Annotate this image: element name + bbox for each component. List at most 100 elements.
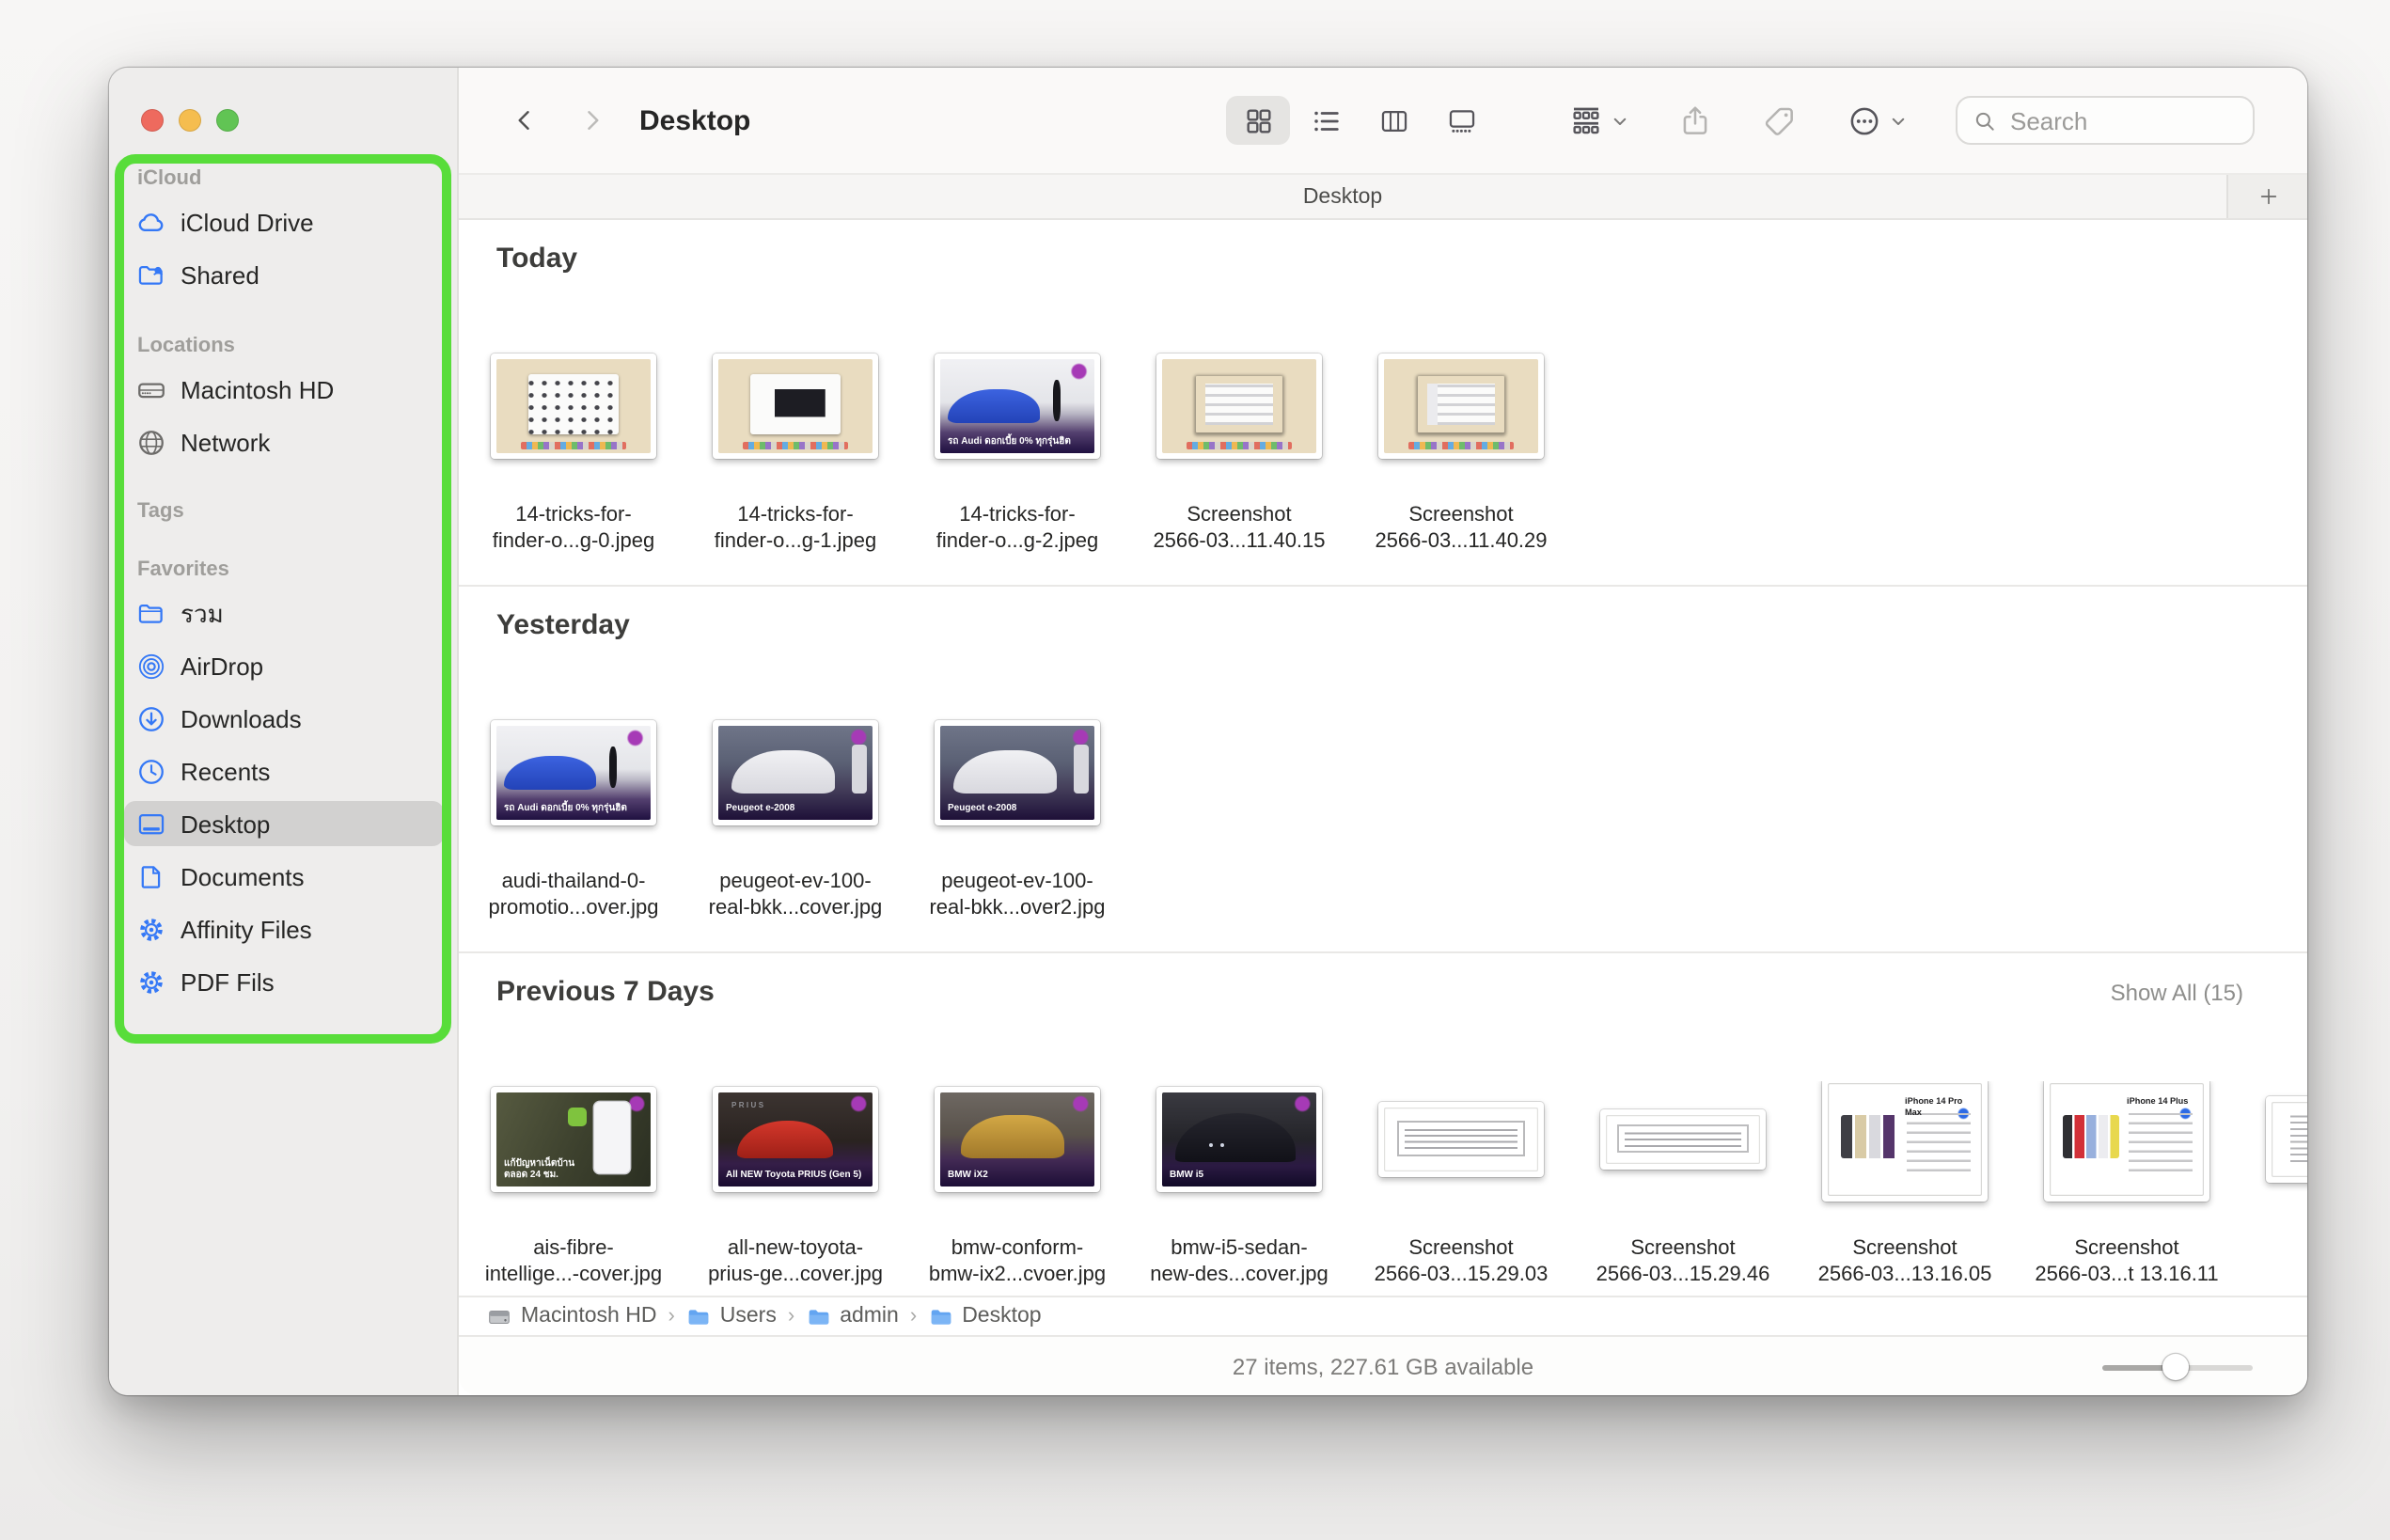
- file-name: bmw-i5-sedan-new-des...cover.jpg: [1130, 1235, 1348, 1290]
- gear-icon: [135, 966, 167, 998]
- file-name-line: 2566-03...t 13.16.11: [2018, 1263, 2236, 1290]
- icon-size-slider[interactable]: [2102, 1353, 2253, 1379]
- share-button[interactable]: [1677, 102, 1713, 138]
- bmw-ix2-thumbnail-image: BMW iX2: [940, 1092, 1094, 1186]
- more-actions-button[interactable]: [1847, 102, 1907, 138]
- file-item[interactable]: Screenshot2566-03...15.29.03: [1350, 1081, 1572, 1290]
- sidebar-section-title: Locations: [124, 333, 444, 359]
- sidebar-item-affinity-files[interactable]: Affinity Files: [124, 906, 444, 951]
- file-name-line: finder-o...g-0.jpeg: [464, 529, 683, 557]
- sidebar-item-label: Network: [181, 428, 270, 456]
- file-item[interactable]: Peugeot e-2008peugeot-ev-100-real-bkk...…: [684, 715, 906, 923]
- doc-short-thumbnail-image: [1606, 1115, 1760, 1164]
- thumbnail-frame: Peugeot e-2008: [935, 720, 1100, 825]
- clock-icon: [135, 755, 167, 787]
- tab-desktop[interactable]: Desktop: [459, 175, 2226, 218]
- search-input[interactable]: [2006, 104, 2238, 136]
- sidebar-item-airdrop[interactable]: AirDrop: [124, 643, 444, 688]
- sidebar-item-pdf-fils[interactable]: PDF Fils: [124, 959, 444, 1004]
- slider-knob[interactable]: [2162, 1353, 2189, 1379]
- sidebar-item-label: Macintosh HD: [181, 375, 334, 403]
- forward-button[interactable]: [579, 102, 605, 139]
- file-name: Screenshot2566-03...11.40.29: [1352, 502, 1570, 557]
- folder-small-icon: [686, 1304, 711, 1328]
- list-view-icon: [1310, 104, 1342, 136]
- audi-thumbnail-image: รถ Audi ดอกเบี้ย 0% ทุกรุ่นฮิต: [496, 726, 651, 820]
- file-item[interactable]: 14-tricks-for-finder-o...g-1.jpeg: [684, 348, 906, 557]
- file-name-line: Screenshot: [1130, 502, 1348, 529]
- file-name-line: 2566-03...11.40.15: [1130, 529, 1348, 557]
- bmw-i5-thumbnail-image: BMW i5: [1162, 1092, 1316, 1186]
- file-item[interactable]: 256: [2238, 1081, 2307, 1290]
- show-all-link[interactable]: Show All (15): [2111, 980, 2243, 1006]
- tag-button[interactable]: [1762, 102, 1798, 138]
- file-name-line: ais-fibre-: [464, 1235, 683, 1263]
- file-name-line: real-bkk...over2.jpg: [908, 896, 1126, 923]
- file-thumbnail: [713, 348, 878, 464]
- sidebar-item-label: PDF Fils: [181, 967, 275, 996]
- sidebar-item-icloud-drive[interactable]: iCloud Drive: [124, 199, 444, 244]
- new-tab-button[interactable]: [2226, 175, 2307, 218]
- file-name-line: 14-tricks-for-: [464, 502, 683, 529]
- breadcrumb-label: Users: [720, 1305, 777, 1328]
- sidebar-item-label: Shared: [181, 260, 259, 289]
- breadcrumb-item-admin[interactable]: admin: [806, 1304, 899, 1328]
- breadcrumb-item-desktop[interactable]: Desktop: [928, 1304, 1041, 1328]
- thumbnail-frame: BMW i5: [1156, 1087, 1322, 1192]
- file-name-line: promotio...over.jpg: [464, 896, 683, 923]
- thumbnail-caption: BMW i5: [1170, 1170, 1311, 1181]
- sidebar-item-shared[interactable]: Shared: [124, 252, 444, 297]
- search-icon: [1973, 108, 1997, 133]
- file-name: Screenshot2566-03...15.29.03: [1352, 1235, 1570, 1290]
- icons-view-button[interactable]: [1226, 96, 1290, 145]
- file-name-line: prius-ge...cover.jpg: [686, 1263, 904, 1290]
- file-row: แก้ปัญหาเน็ตบ้าน ตลอด 24 ชม.ais-fibre-in…: [459, 1081, 2307, 1290]
- breadcrumb-item-users[interactable]: Users: [686, 1304, 777, 1328]
- file-item[interactable]: BMW iX2bmw-conform-bmw-ix2...cvoer.jpg: [906, 1081, 1128, 1290]
- sidebar-section-locations: Locations Macintosh HD Network: [124, 333, 444, 464]
- file-name-line: Screenshot: [1574, 1235, 1792, 1263]
- file-thumbnail: [1378, 1081, 1544, 1198]
- sidebar-section-title: Favorites: [124, 557, 444, 583]
- sidebar-item-รวม[interactable]: รวม: [124, 590, 444, 636]
- group-by-button[interactable]: [1568, 102, 1628, 138]
- file-name: 256: [2240, 1235, 2307, 1290]
- harddrive-small-icon: [487, 1304, 511, 1328]
- thumbnail-frame: [1378, 354, 1544, 459]
- file-item[interactable]: BMW i5 bmw-i5-sedan-new-des...cover.jpg: [1128, 1081, 1350, 1290]
- thumbnail-frame: iPhone 14 Plus: [2044, 1081, 2209, 1202]
- file-item[interactable]: Screenshot2566-03...11.40.29: [1350, 348, 1572, 557]
- peugeot-thumbnail-image: Peugeot e-2008: [940, 726, 1094, 820]
- file-item[interactable]: Screenshot2566-03...11.40.15: [1128, 348, 1350, 557]
- file-item[interactable]: 14-tricks-for-finder-o...g-0.jpeg: [463, 348, 684, 557]
- file-item[interactable]: รถ Audi ดอกเบี้ย 0% ทุกรุ่นฮิต14-tricks-…: [906, 348, 1128, 557]
- section-title: Today: [496, 243, 577, 275]
- sidebar-item-network[interactable]: Network: [124, 419, 444, 464]
- file-name-line: 2566-03...15.29.46: [1574, 1263, 1792, 1290]
- file-item[interactable]: All NEW Toyota PRIUS (Gen 5)all-new-toyo…: [684, 1081, 906, 1290]
- list-view-button[interactable]: [1294, 96, 1358, 145]
- breadcrumb-label: admin: [840, 1305, 899, 1328]
- file-item[interactable]: iPhone 14 PlusScreenshot2566-03...t 13.1…: [2016, 1081, 2238, 1290]
- desktop-panel-thumbnail-image: [718, 359, 873, 453]
- sidebar-item-downloads[interactable]: Downloads: [124, 696, 444, 741]
- file-item[interactable]: iPhone 14 Pro MaxScreenshot2566-03...13.…: [1794, 1081, 2016, 1290]
- breadcrumb-item-macintosh-hd[interactable]: Macintosh HD: [487, 1304, 656, 1328]
- columns-view-button[interactable]: [1361, 96, 1425, 145]
- search-field[interactable]: [1956, 96, 2255, 145]
- sidebar-item-desktop[interactable]: Desktop: [124, 801, 444, 846]
- file-name-line: 2566-03...13.16.05: [1796, 1263, 2014, 1290]
- file-item[interactable]: Peugeot e-2008peugeot-ev-100-real-bkk...…: [906, 715, 1128, 923]
- breadcrumb-separator: ›: [668, 1305, 674, 1328]
- sidebar-item-documents[interactable]: Documents: [124, 854, 444, 899]
- file-item[interactable]: Screenshot2566-03...15.29.46: [1572, 1081, 1794, 1290]
- sidebar-item-recents[interactable]: Recents: [124, 748, 444, 794]
- file-item[interactable]: แก้ปัญหาเน็ตบ้าน ตลอด 24 ชม.ais-fibre-in…: [463, 1081, 684, 1290]
- cloud-icon: [135, 206, 167, 238]
- back-button[interactable]: [511, 102, 538, 139]
- file-thumbnail: BMW iX2: [935, 1081, 1100, 1198]
- gallery-view-button[interactable]: [1429, 96, 1493, 145]
- thumbnail-caption: Peugeot e-2008: [948, 803, 1089, 814]
- file-item[interactable]: รถ Audi ดอกเบี้ย 0% ทุกรุ่นฮิตaudi-thail…: [463, 715, 684, 923]
- sidebar-item-macintosh-hd[interactable]: Macintosh HD: [124, 367, 444, 412]
